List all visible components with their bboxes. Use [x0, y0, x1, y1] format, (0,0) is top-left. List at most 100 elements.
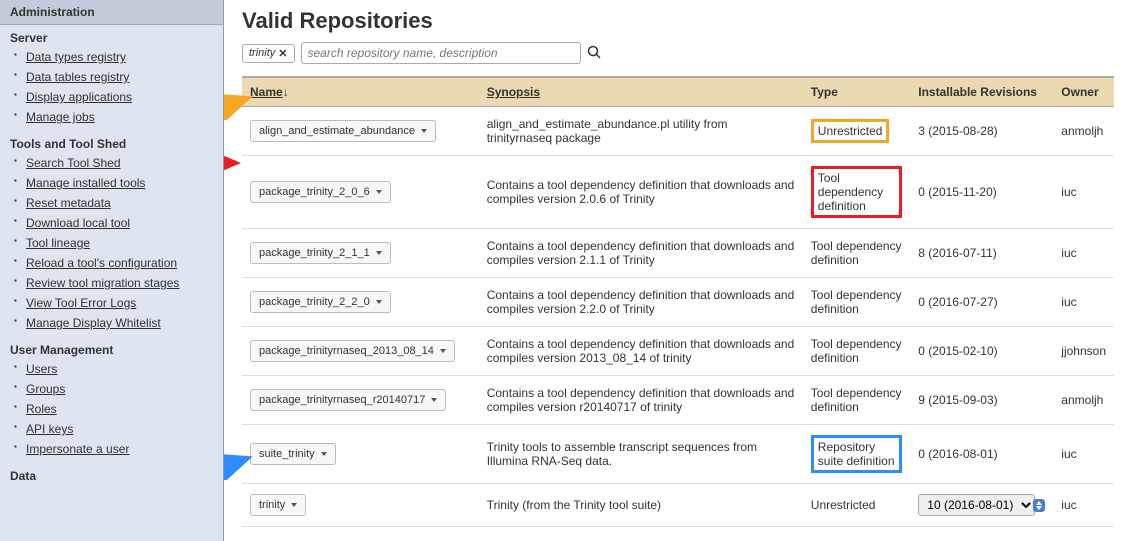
caret-down-icon [421, 129, 427, 133]
sidebar-item: Review tool migration stages [14, 273, 223, 293]
main-content: Valid Repositories trinity ✕ Name↓ Synop… [224, 0, 1132, 541]
sidebar-item: Roles [14, 399, 223, 419]
owner-cell: iuc [1053, 425, 1114, 484]
sidebar-link[interactable]: Review tool migration stages [26, 276, 179, 290]
sidebar-item: Reload a tool's configuration [14, 253, 223, 273]
synopsis-cell: Contains a tool dependency definition th… [479, 327, 803, 376]
repo-name-dropdown[interactable]: align_and_estimate_abundance [250, 120, 436, 142]
table-row: package_trinity_2_1_1 Contains a tool dep… [242, 229, 1114, 278]
type-cell: Unrestricted [803, 484, 910, 527]
sidebar-link[interactable]: Users [26, 362, 57, 376]
page-title: Valid Repositories [242, 8, 1114, 34]
col-synopsis[interactable]: Synopsis [479, 77, 803, 107]
table-row: package_trinityrnaseq_r20140717 Contains … [242, 376, 1114, 425]
caret-down-icon [431, 398, 437, 402]
sidebar-item: Manage Display Whitelist [14, 313, 223, 333]
sidebar-item: Tool lineage [14, 233, 223, 253]
revisions-cell: 0 (2016-08-01) [910, 425, 1053, 484]
caret-down-icon [376, 251, 382, 255]
col-owner: Owner [1053, 77, 1114, 107]
sidebar-link[interactable]: Search Tool Shed [26, 156, 121, 170]
sidebar-item: Manage jobs [14, 107, 223, 127]
owner-cell: anmoljh [1053, 107, 1114, 156]
sidebar-link[interactable]: Display applications [26, 90, 132, 104]
sidebar-link[interactable]: Groups [26, 382, 65, 396]
table-row: suite_trinity Trinity tools to assemble t… [242, 425, 1114, 484]
repo-name-label: package_trinity_2_1_1 [259, 247, 370, 259]
col-name[interactable]: Name↓ [242, 77, 479, 107]
repo-name-label: trinity [259, 499, 285, 511]
type-cell: Tool dependency definition [803, 327, 910, 376]
revisions-cell: 9 (2015-09-03) [910, 376, 1053, 425]
search-icon[interactable] [587, 45, 601, 62]
type-highlight: Tool dependency definition [811, 166, 902, 218]
sidebar-link[interactable]: Impersonate a user [26, 442, 129, 456]
synopsis-cell: Contains a tool dependency definition th… [479, 278, 803, 327]
sidebar-link[interactable]: Data types registry [26, 50, 126, 64]
sidebar-item: Users [14, 359, 223, 379]
revisions-cell: 0 (2015-02-10) [910, 327, 1053, 376]
sidebar-link[interactable]: Manage Display Whitelist [26, 316, 161, 330]
owner-cell: iuc [1053, 278, 1114, 327]
repo-name-dropdown[interactable]: suite_trinity [250, 443, 336, 465]
sidebar-link[interactable]: Reload a tool's configuration [26, 256, 177, 270]
synopsis-cell: Trinity (from the Trinity tool suite) [479, 484, 803, 527]
owner-cell: jjohnson [1053, 327, 1114, 376]
sidebar-item: Display applications [14, 87, 223, 107]
caret-down-icon [321, 452, 327, 456]
type-cell: Unrestricted [803, 107, 910, 156]
synopsis-cell: Contains a tool dependency definition th… [479, 229, 803, 278]
repo-name-dropdown[interactable]: package_trinityrnaseq_2013_08_14 [250, 340, 455, 362]
repo-name-dropdown[interactable]: package_trinity_2_2_0 [250, 291, 391, 313]
sidebar-section-title: Data [0, 463, 223, 485]
annotation-arrow-orange [224, 90, 256, 120]
sidebar-section-title: Tools and Tool Shed [0, 131, 223, 153]
sidebar-link[interactable]: Reset metadata [26, 196, 111, 210]
revision-select[interactable]: 10 (2016-08-01) [918, 494, 1035, 516]
type-highlight: Repository suite definition [811, 435, 902, 473]
sidebar-link[interactable]: Manage jobs [26, 110, 95, 124]
sidebar-link[interactable]: Manage installed tools [26, 176, 145, 190]
repo-name-dropdown[interactable]: package_trinityrnaseq_r20140717 [250, 389, 446, 411]
type-cell: Tool dependency definition [803, 156, 910, 229]
select-stepper-icon[interactable] [1033, 499, 1045, 512]
repo-name-label: package_trinity_2_2_0 [259, 296, 370, 308]
synopsis-cell: Trinity tools to assemble transcript seq… [479, 425, 803, 484]
sidebar-link[interactable]: Tool lineage [26, 236, 90, 250]
type-cell: Tool dependency definition [803, 278, 910, 327]
repo-name-dropdown[interactable]: package_trinity_2_1_1 [250, 242, 391, 264]
table-row: trinity Trinity (from the Trinity tool su… [242, 484, 1114, 527]
sidebar-link[interactable]: Roles [26, 402, 57, 416]
sidebar-link[interactable]: View Tool Error Logs [26, 296, 136, 310]
search-row: trinity ✕ [242, 42, 1114, 64]
repo-name-label: suite_trinity [259, 448, 315, 460]
sidebar-item: Reset metadata [14, 193, 223, 213]
search-input[interactable] [301, 42, 581, 64]
synopsis-cell: Contains a tool dependency definition th… [479, 376, 803, 425]
table-row: package_trinityrnaseq_2013_08_14 Contains… [242, 327, 1114, 376]
owner-cell: iuc [1053, 229, 1114, 278]
sidebar-link[interactable]: Data tables registry [26, 70, 129, 84]
synopsis-cell: align_and_estimate_abundance.pl utility … [479, 107, 803, 156]
caret-down-icon [376, 300, 382, 304]
revisions-cell: 8 (2016-07-11) [910, 229, 1053, 278]
sidebar-link[interactable]: API keys [26, 422, 73, 436]
remove-filter-icon[interactable]: ✕ [278, 47, 287, 60]
sidebar-section-title: Server [0, 25, 223, 47]
col-revisions: Installable Revisions [910, 77, 1053, 107]
annotation-arrow-blue [224, 450, 256, 480]
sidebar-item: Data tables registry [14, 67, 223, 87]
owner-cell: anmoljh [1053, 376, 1114, 425]
sidebar-item: Manage installed tools [14, 173, 223, 193]
repo-name-dropdown[interactable]: trinity [250, 494, 306, 516]
sidebar-section-title: User Management [0, 337, 223, 359]
revisions-cell: 0 (2015-11-20) [910, 156, 1053, 229]
type-cell: Tool dependency definition [803, 229, 910, 278]
sidebar-link[interactable]: Download local tool [26, 216, 130, 230]
repo-name-dropdown[interactable]: package_trinity_2_0_6 [250, 181, 391, 203]
table-row: package_trinity_2_0_6Contains a tool dep… [242, 156, 1114, 229]
sidebar: Administration ServerData types registry… [0, 0, 224, 541]
repo-name-label: package_trinity_2_0_6 [259, 186, 370, 198]
filter-tag[interactable]: trinity ✕ [242, 44, 295, 63]
owner-cell: iuc [1053, 156, 1114, 229]
